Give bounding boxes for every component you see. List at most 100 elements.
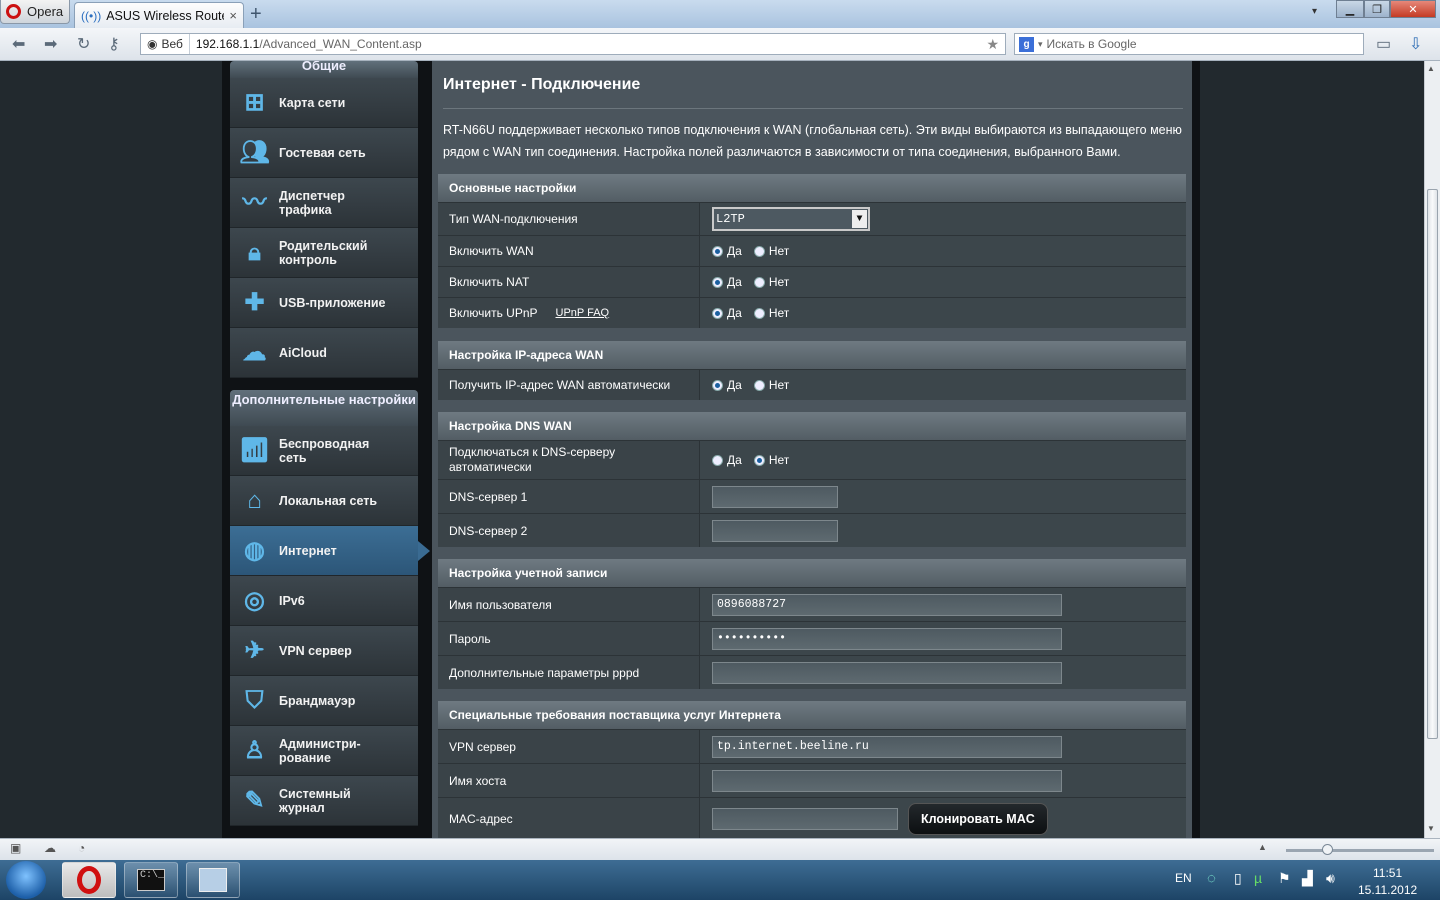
zoom-slider[interactable] bbox=[1286, 844, 1434, 855]
hostname-input[interactable] bbox=[712, 769, 1062, 792]
section-header: Настройка учетной записи bbox=[438, 559, 1186, 587]
wan-ip-auto-yes-radio[interactable] bbox=[712, 379, 723, 391]
browser-tab[interactable]: ((•)) ASUS Wireless Router R... × bbox=[74, 2, 244, 28]
pppd-input[interactable] bbox=[712, 661, 1062, 684]
opera-menu-button[interactable]: Opera bbox=[0, 0, 70, 24]
page-icon[interactable]: ▭ bbox=[1376, 34, 1391, 54]
sidebar-item-general-5[interactable]: ☁ AiCloud bbox=[230, 328, 418, 378]
dns-auto-no-radio[interactable] bbox=[753, 454, 765, 466]
back-arrow-icon[interactable]: ⬅ bbox=[12, 34, 25, 54]
zoom-slider-knob[interactable] bbox=[1322, 844, 1333, 855]
scrollbar-thumb[interactable] bbox=[1427, 189, 1438, 739]
search-field[interactable]: g ▾ Искать в Google bbox=[1014, 33, 1364, 55]
wan-type-select[interactable]: L2TP ▼ bbox=[712, 207, 870, 231]
browser-statusbar: ▣ ☁ ◔ ▲ bbox=[0, 838, 1440, 860]
advanced-header: Дополнительные настройки bbox=[230, 390, 418, 426]
vpn-server-input[interactable]: tp.internet.beeline.ru bbox=[712, 735, 1062, 758]
vpn-server-row: VPN сервер tp.internet.beeline.ru bbox=[438, 729, 1186, 763]
taskbar-control-panel[interactable] bbox=[186, 862, 240, 898]
page-title: Интернет - Подключение bbox=[443, 76, 641, 93]
language-indicator[interactable]: EN bbox=[1175, 871, 1192, 885]
mac-cell: Клонировать MAC bbox=[700, 798, 1186, 838]
vertical-scrollbar[interactable]: ▲ ▼ bbox=[1424, 61, 1440, 838]
upnp-faq-link[interactable]: UPnP FAQ bbox=[556, 307, 610, 319]
battery-tray-icon[interactable]: ▯ bbox=[1234, 870, 1242, 887]
new-tab-button[interactable]: + bbox=[250, 3, 262, 26]
start-button[interactable] bbox=[6, 861, 46, 899]
speed-dial-icon[interactable]: ◔ bbox=[78, 841, 85, 855]
sidebar-item-advanced-7[interactable]: ✎ Системный журнал bbox=[230, 776, 418, 826]
enable-wan-no-radio[interactable] bbox=[753, 245, 765, 257]
sidebar-item-label: Беспроводная сеть bbox=[279, 436, 370, 465]
enable-wan-yes-radio[interactable] bbox=[712, 245, 723, 257]
close-window-button[interactable]: ✕ bbox=[1390, 0, 1436, 18]
taskbar-opera[interactable] bbox=[62, 862, 116, 898]
sidebar-item-label: VPN сервер bbox=[279, 643, 352, 658]
search-dropdown-icon[interactable]: ▾ bbox=[1038, 39, 1043, 50]
enable-upnp-yes-radio[interactable] bbox=[712, 307, 723, 319]
utorrent-tray-icon[interactable]: µ bbox=[1254, 870, 1262, 886]
maximize-button[interactable]: ❐ bbox=[1364, 0, 1390, 18]
site-info-badge[interactable]: ◉ Веб bbox=[141, 34, 190, 54]
sidebar-item-general-0[interactable]: ⊞ Карта сети bbox=[230, 78, 418, 128]
address-bar[interactable]: ◉ Веб 192.168.1.1/Advanced_WAN_Content.as… bbox=[140, 33, 1006, 55]
sidebar-item-advanced-6[interactable]: ♙ Администри-рование bbox=[230, 726, 418, 776]
turbo-cloud-icon[interactable]: ☁ bbox=[44, 841, 56, 855]
download-icon[interactable]: ⇩ bbox=[1409, 34, 1422, 54]
network-tray-icon[interactable]: ◌ bbox=[1207, 870, 1216, 887]
parental-lock-icon: 🔒︎ bbox=[248, 238, 261, 266]
sidebar-item-advanced-1[interactable]: ⌂ Локальная сеть bbox=[230, 476, 418, 526]
panel-toggle-icon[interactable]: ▣ bbox=[10, 841, 21, 855]
password-input[interactable]: •••••••••• bbox=[712, 627, 1062, 650]
enable-nat-yes-radio[interactable] bbox=[712, 276, 723, 288]
wireless-icon: 📶︎ bbox=[239, 436, 270, 464]
sidebar-item-general-2[interactable]: 〰 Диспетчер трафика bbox=[230, 178, 418, 228]
dns1-input[interactable] bbox=[712, 485, 838, 508]
sidebar-item-general-3[interactable]: 🔒︎ Родительский контроль bbox=[230, 228, 418, 278]
reload-icon[interactable]: ↻ bbox=[77, 34, 90, 54]
scroll-down-arrow-icon[interactable]: ▼ bbox=[1427, 824, 1435, 833]
title-divider bbox=[443, 108, 1183, 109]
volume-tray-icon[interactable]: 🔊︎ bbox=[1326, 870, 1335, 887]
mac-input[interactable] bbox=[712, 807, 898, 830]
wireless-favicon-icon: ((•)) bbox=[81, 8, 102, 23]
username-input[interactable]: 0896088727 bbox=[712, 593, 1062, 616]
dns2-input[interactable] bbox=[712, 519, 838, 542]
tab-list-chevron-icon[interactable]: ▾ bbox=[1312, 6, 1317, 17]
sidebar-item-advanced-3[interactable]: ◎ IPv6 bbox=[230, 576, 418, 626]
sidebar-item-advanced-4[interactable]: ✈ VPN сервер bbox=[230, 626, 418, 676]
flag-tray-icon[interactable]: ⚑ bbox=[1278, 870, 1291, 887]
enable-wan-cell: Да Нет bbox=[700, 236, 1186, 266]
yes-label: Да bbox=[727, 244, 742, 258]
main-content: Интернет - Подключение RT-N66U поддержив… bbox=[432, 61, 1192, 838]
enable-nat-no-radio[interactable] bbox=[753, 276, 765, 288]
dns-section: Настройка DNS WAN Подключаться к DNS-сер… bbox=[438, 412, 1186, 547]
close-tab-icon[interactable]: × bbox=[229, 8, 237, 23]
url-host: 192.168.1.1 bbox=[195, 37, 260, 51]
scroll-up-arrow-icon[interactable]: ▲ bbox=[1427, 64, 1435, 73]
clone-mac-button[interactable]: Клонировать MAC bbox=[908, 802, 1048, 835]
general-header: Общие bbox=[230, 61, 418, 78]
password-label: Пароль bbox=[438, 622, 700, 655]
dns-auto-yes-radio[interactable] bbox=[712, 454, 723, 466]
enable-upnp-no-radio[interactable] bbox=[753, 307, 765, 319]
clock-date[interactable]: 15.11.2012 bbox=[1358, 883, 1417, 897]
key-icon[interactable]: ⚷ bbox=[108, 34, 120, 54]
sidebar-item-general-4[interactable]: ✚ USB-приложение bbox=[230, 278, 418, 328]
google-icon: g bbox=[1019, 36, 1034, 52]
sidebar-item-general-1[interactable]: 👥︎ Гостевая сеть bbox=[230, 128, 418, 178]
sidebar-item-label: Системный журнал bbox=[279, 786, 351, 815]
wifi-tray-icon[interactable]: ▟ bbox=[1302, 870, 1313, 887]
wan-ip-auto-no-radio[interactable] bbox=[753, 379, 765, 391]
forward-arrow-icon[interactable]: ➡ bbox=[44, 34, 57, 54]
taskbar-cmd[interactable]: C:\_ bbox=[124, 862, 178, 898]
clock-time[interactable]: 11:51 bbox=[1373, 866, 1402, 880]
yes-label: Да bbox=[727, 275, 742, 289]
sidebar-item-advanced-5[interactable]: ⛉ Брандмауэр bbox=[230, 676, 418, 726]
sidebar-item-advanced-2[interactable]: ◍ Интернет bbox=[230, 526, 430, 576]
dropdown-arrow-icon[interactable]: ▼ bbox=[852, 210, 867, 228]
sidebar-item-advanced-0[interactable]: 📶︎ Беспроводная сеть bbox=[230, 426, 418, 476]
minimize-button[interactable]: ▁ bbox=[1336, 0, 1364, 18]
bookmark-star-icon[interactable]: ★ bbox=[986, 36, 999, 53]
zoom-menu-icon[interactable]: ▲ bbox=[1258, 842, 1267, 852]
